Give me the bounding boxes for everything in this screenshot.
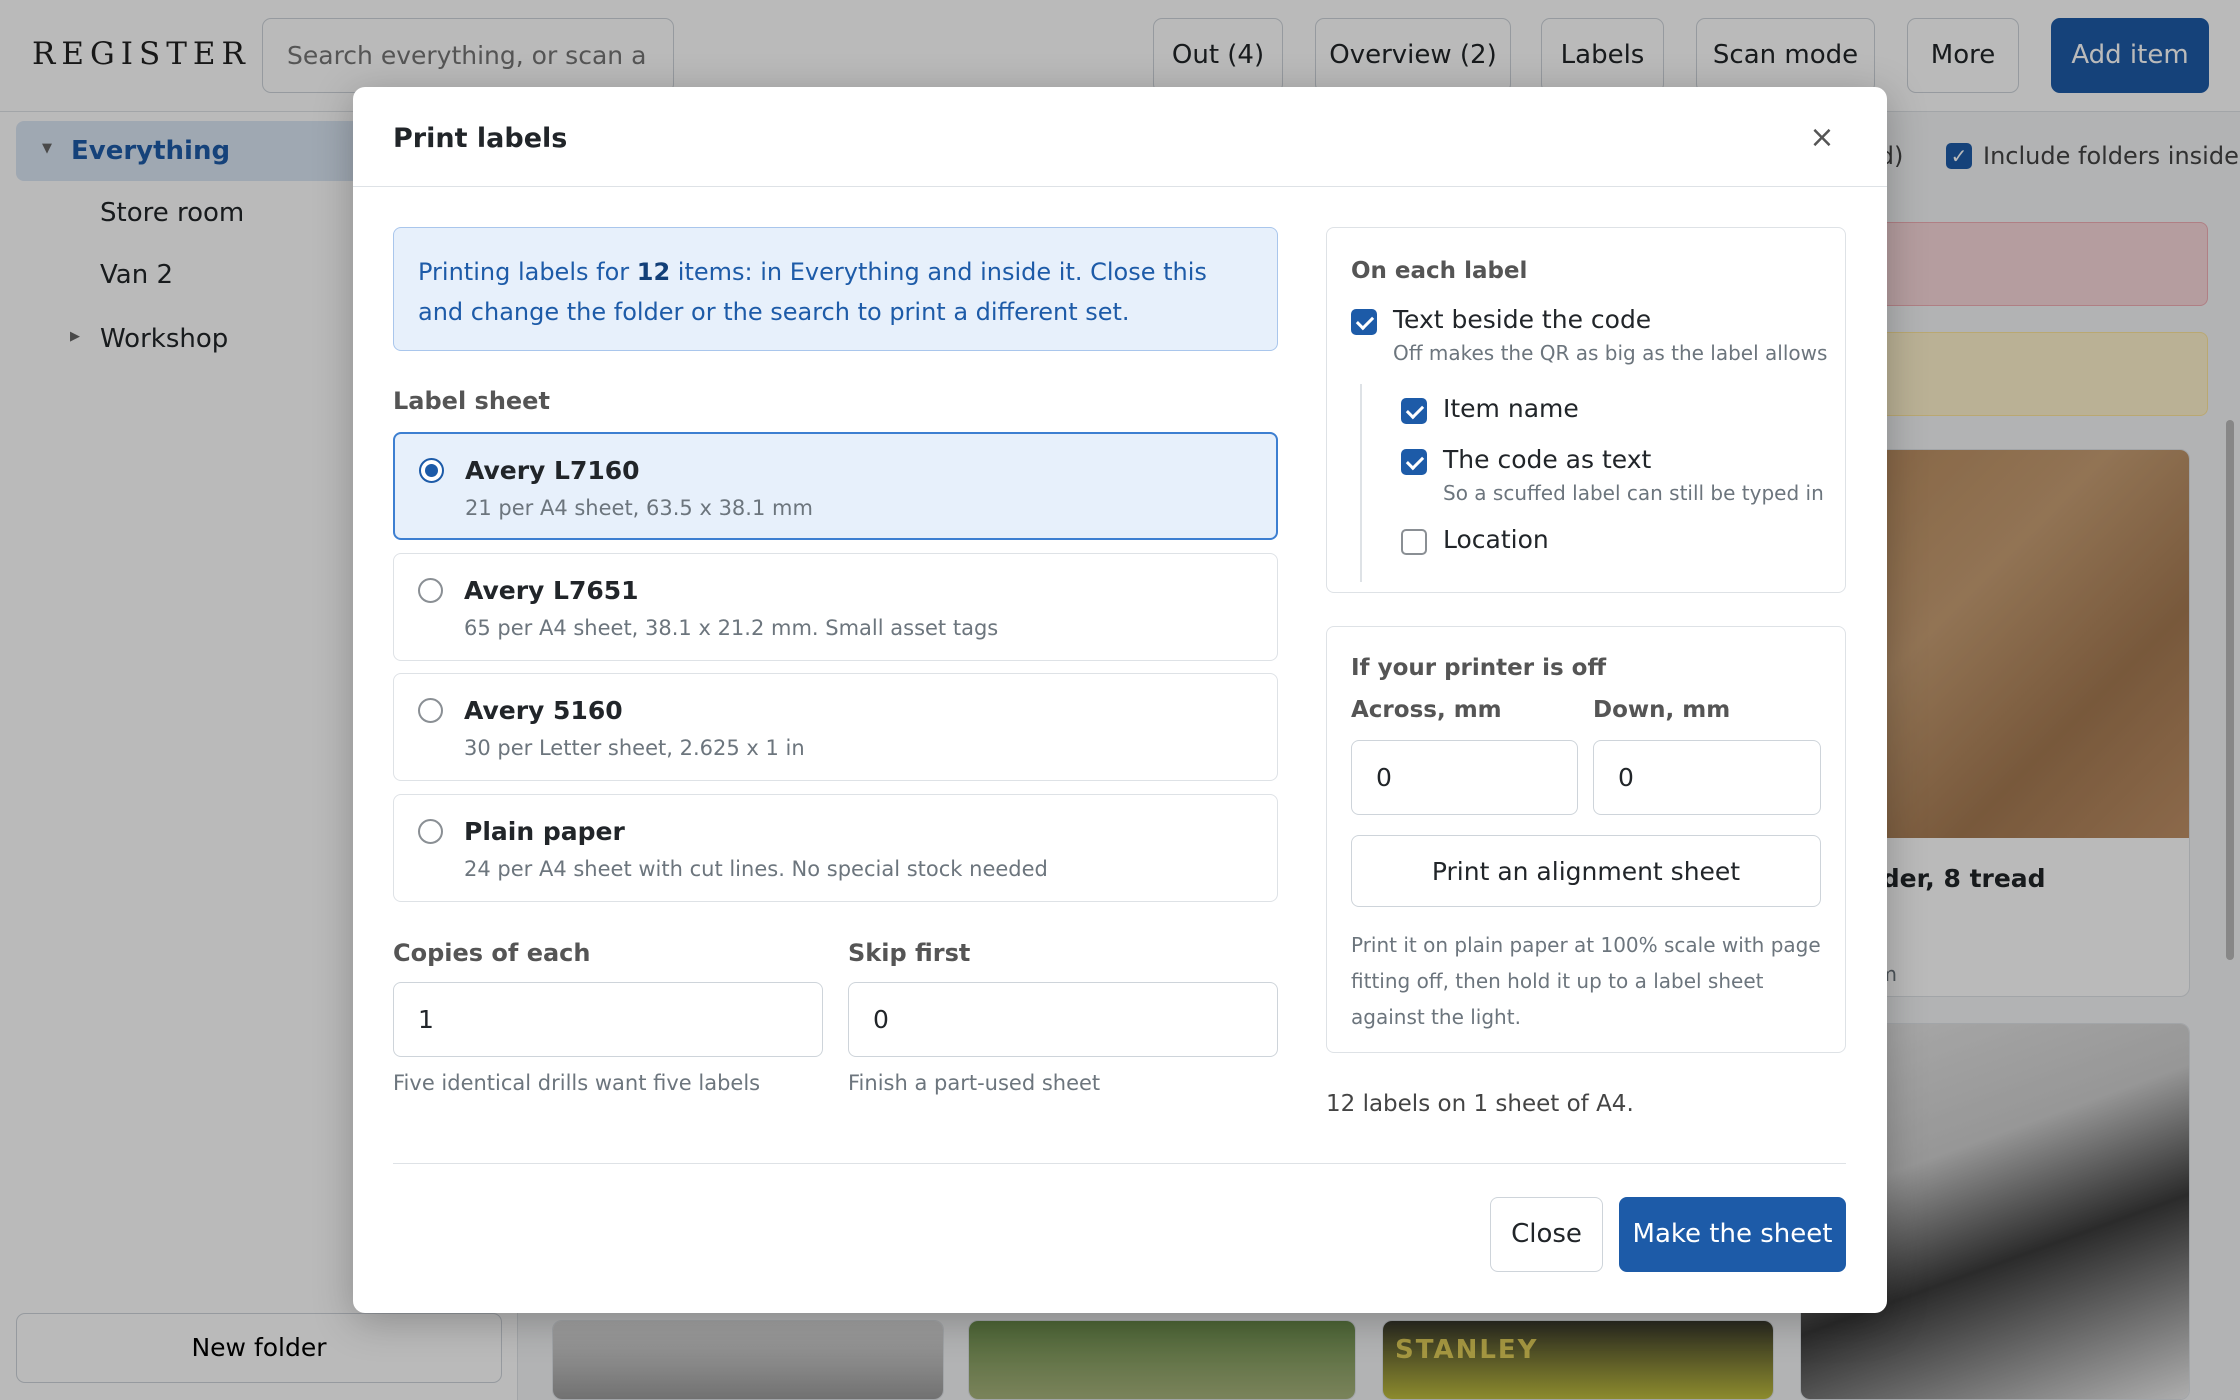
alignment-note: Print it on plain paper at 100% scale wi… (1351, 933, 1821, 1029)
code-text-label: The code as text (1443, 445, 1652, 474)
indent-divider (1360, 384, 1362, 582)
info-alert: Printing labels for 12 items: in Everyth… (393, 227, 1278, 351)
dialog-title: Print labels (393, 123, 568, 154)
skip-first-help: Finish a part-used sheet (848, 1071, 1101, 1095)
code-text-checkbox[interactable] (1401, 449, 1427, 475)
item-name-checkbox[interactable] (1401, 398, 1427, 424)
sheet-description: 21 per A4 sheet, 63.5 x 38.1 mm (465, 496, 813, 520)
label-count: 12 (636, 258, 671, 286)
skip-first-label: Skip first (848, 939, 971, 967)
code-text-help: So a scuffed label can still be typed in (1443, 481, 1824, 505)
skip-first-input[interactable] (848, 982, 1278, 1057)
radio-button[interactable] (418, 578, 443, 603)
location-label: Location (1443, 525, 1549, 554)
on-each-label-panel: On each label Text beside the code Off m… (1326, 227, 1846, 593)
sheet-option-plain-paper[interactable]: Plain paper 24 per A4 sheet with cut lin… (393, 794, 1278, 902)
text-beside-checkbox[interactable] (1351, 309, 1377, 335)
radio-button[interactable] (418, 698, 443, 723)
sheet-description: 24 per A4 sheet with cut lines. No speci… (464, 857, 1048, 881)
copies-help: Five identical drills want five labels (393, 1071, 761, 1095)
print-alignment-sheet-button[interactable]: Print an alignment sheet (1351, 835, 1821, 907)
make-sheet-button[interactable]: Make the sheet (1619, 1197, 1846, 1272)
sheet-description: 30 per Letter sheet, 2.625 x 1 in (464, 736, 805, 760)
label-summary: 12 labels on 1 sheet of A4. (1326, 1091, 1634, 1117)
location-checkbox[interactable] (1401, 529, 1427, 555)
close-icon[interactable]: × (1805, 121, 1839, 155)
print-labels-dialog: Print labels × Printing labels for 12 it… (353, 87, 1887, 1313)
down-label: Down, mm (1593, 697, 1731, 723)
down-input[interactable] (1593, 740, 1821, 815)
sheet-option-avery-l7651[interactable]: Avery L7651 65 per A4 sheet, 38.1 x 21.2… (393, 553, 1278, 661)
sheet-description: 65 per A4 sheet, 38.1 x 21.2 mm. Small a… (464, 616, 999, 640)
radio-button[interactable] (419, 458, 444, 483)
sheet-name: Avery 5160 (464, 696, 623, 725)
printer-offset-heading: If your printer is off (1351, 655, 1607, 681)
dialog-header: Print labels × (353, 87, 1887, 187)
info-text-prefix: Printing labels for (418, 258, 637, 286)
across-input[interactable] (1351, 740, 1578, 815)
text-beside-help: Off makes the QR as big as the label all… (1393, 341, 1828, 365)
item-name-label: Item name (1443, 394, 1579, 423)
across-label: Across, mm (1351, 697, 1502, 723)
sheet-option-avery-l7160[interactable]: Avery L7160 21 per A4 sheet, 63.5 x 38.1… (393, 432, 1278, 540)
close-button[interactable]: Close (1490, 1197, 1603, 1272)
copies-input[interactable] (393, 982, 823, 1057)
sheet-name: Plain paper (464, 817, 625, 846)
radio-button[interactable] (418, 819, 443, 844)
printer-offset-panel: If your printer is off Across, mm Down, … (1326, 626, 1846, 1053)
footer-divider (393, 1163, 1846, 1164)
text-beside-label: Text beside the code (1393, 305, 1652, 334)
sheet-name: Avery L7651 (464, 576, 639, 605)
sheet-name: Avery L7160 (465, 456, 640, 485)
label-sheet-heading: Label sheet (393, 387, 550, 415)
on-each-label-heading: On each label (1351, 258, 1528, 284)
sheet-option-avery-5160[interactable]: Avery 5160 30 per Letter sheet, 2.625 x … (393, 673, 1278, 781)
copies-label: Copies of each (393, 939, 591, 967)
